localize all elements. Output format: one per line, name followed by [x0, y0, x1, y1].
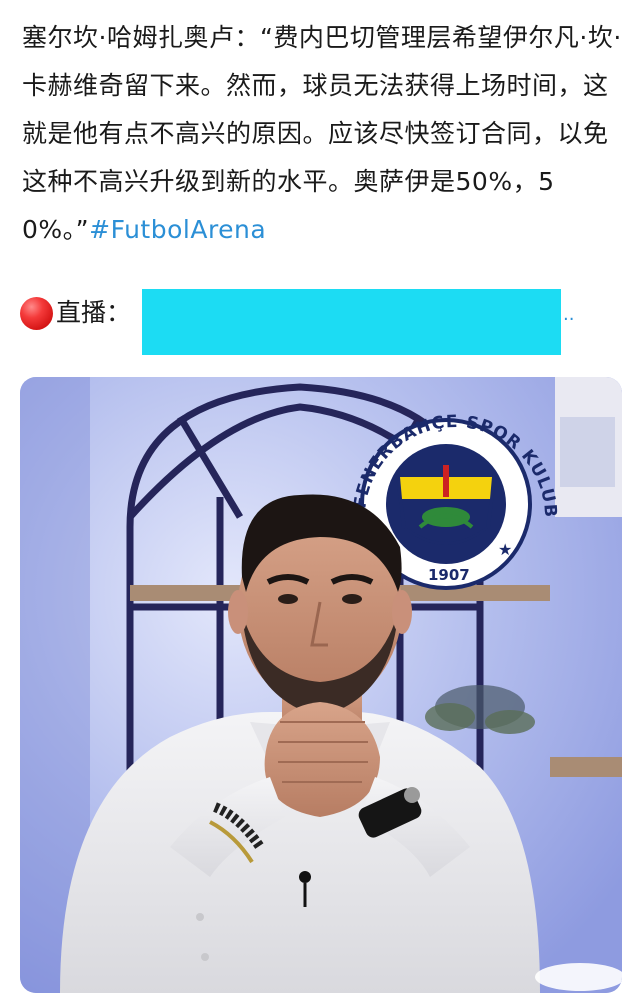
live-stream-row: 直播： ..	[20, 289, 620, 355]
live-label: 直播：	[56, 298, 132, 327]
post-photo[interactable]: FENERBAHÇE SPOR KULUBU 1907 ★	[20, 377, 622, 993]
post-text: 塞尔坎·哈姆扎奥卢：“费内巴切管理层希望伊尔凡·坎·卡赫维奇留下来。然而，球员无…	[22, 14, 626, 254]
live-link-redacted[interactable]	[142, 289, 561, 355]
live-link-ellipsis: ..	[563, 304, 575, 325]
post-body: 塞尔坎·哈姆扎奥卢：“费内巴切管理层希望伊尔凡·坎·卡赫维奇留下来。然而，球员无…	[22, 23, 622, 244]
logo-year: 1907	[428, 566, 470, 584]
photo-illustration: FENERBAHÇE SPOR KULUBU 1907 ★	[20, 377, 622, 993]
hashtag-link[interactable]: #FutbolArena	[89, 215, 266, 244]
svg-text:★: ★	[498, 540, 512, 559]
red-circle-icon	[20, 297, 53, 330]
